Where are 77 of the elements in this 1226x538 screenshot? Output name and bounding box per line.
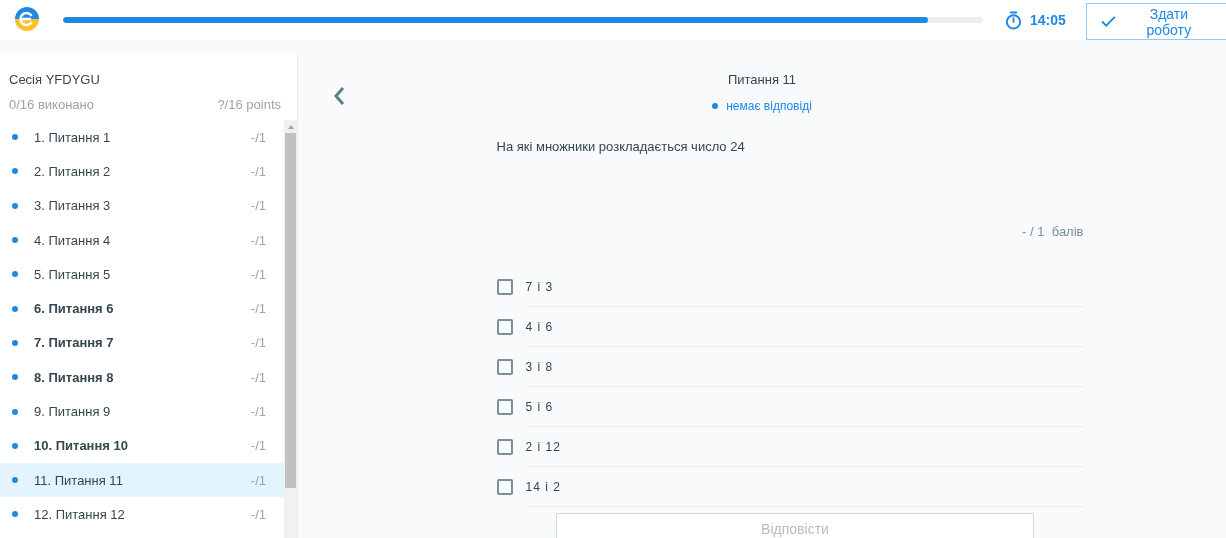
question-item[interactable]: 3. Питання 3 -/1: [0, 188, 284, 223]
question-label: 6. Питання 6: [34, 301, 115, 317]
scrollbar[interactable]: [284, 120, 297, 538]
question-label: 2. Питання 2: [34, 163, 112, 179]
question-score: -/1: [250, 232, 266, 248]
question-item[interactable]: 1. Питання 1 -/1: [0, 120, 284, 155]
checkbox[interactable]: [496, 479, 513, 495]
question-label: 12. Питання 12: [34, 506, 126, 522]
question-item[interactable]: 7. Питання 7 -/1: [0, 325, 284, 361]
question-item[interactable]: 6. Питання 6 -/1: [0, 291, 284, 326]
question-item[interactable]: 4. Питання 4 -/1: [0, 222, 284, 258]
question-label: 5. Питання 5: [34, 266, 112, 282]
question-item[interactable]: 5. Питання 5 -/1: [0, 257, 284, 292]
question-item[interactable]: 8. Питання 8 -/1: [0, 360, 284, 395]
timer: 14:05: [1030, 12, 1066, 28]
option-label: 5 і 6: [525, 387, 1084, 427]
status-dot: [12, 442, 18, 449]
option-label: 2 і 12: [525, 427, 1084, 467]
option-label: 14 і 2: [525, 467, 1084, 507]
question-score: -/1: [250, 472, 266, 488]
check-icon: [1100, 16, 1116, 27]
checkbox[interactable]: [496, 279, 513, 295]
status-dot: [12, 374, 18, 381]
option-label: 3 і 8: [525, 347, 1084, 387]
question-item[interactable]: 12. Питання 12 -/1: [0, 497, 284, 532]
question-score: -/1: [250, 266, 266, 282]
question-label: 4. Питання 4: [34, 232, 112, 248]
question-score: -/1: [250, 369, 266, 385]
session-title: Сесія YFDYGU: [8, 71, 101, 87]
question-score: -/1: [250, 335, 266, 351]
completed-count: 0/16 виконано: [9, 97, 94, 112]
question-label: 9. Питання 9: [34, 404, 112, 419]
status-dot: [12, 271, 18, 278]
scroll-thumb[interactable]: [285, 133, 296, 488]
question-text: На які множники розкладається число 24: [496, 139, 746, 154]
back-icon[interactable]: [333, 86, 345, 106]
question-score: -/1: [250, 404, 266, 419]
logo-icon: [14, 6, 40, 32]
question-score: -/1: [250, 438, 266, 454]
question-item[interactable]: 11. Питання 11 -/1: [0, 462, 284, 498]
question-label: 7. Питання 7: [34, 335, 115, 351]
question-item[interactable]: 10. Питання 10 -/1: [0, 428, 284, 463]
question-score: -/1: [250, 506, 266, 522]
status-dot: [12, 305, 18, 312]
scroll-up-icon[interactable]: [287, 125, 294, 129]
status-dot: [12, 408, 18, 415]
question-title: Питання 11: [727, 72, 797, 87]
checkbox[interactable]: [496, 399, 513, 415]
question-points: - / 1 балів: [1022, 224, 1084, 239]
question-score: -/1: [250, 198, 266, 214]
question-label: 11. Питання 11: [34, 472, 124, 488]
stopwatch-icon: [1005, 10, 1022, 30]
status-dot: [12, 237, 18, 244]
option-label: 7 і 3: [525, 267, 1084, 307]
option-label: 4 і 6: [525, 307, 1084, 347]
status-dot: [12, 339, 18, 346]
question-score: -/1: [250, 163, 266, 179]
status-dot: [712, 103, 719, 109]
question-label: 10. Питання 10: [34, 438, 129, 454]
checkbox[interactable]: [496, 319, 513, 335]
points-total: ?/16 points: [217, 97, 281, 112]
question-score: -/1: [250, 301, 266, 317]
question-label: 3. Питання 3: [34, 198, 112, 214]
submit-button[interactable]: Здати роботу: [1085, 3, 1226, 40]
question-label: 8. Питання 8: [34, 369, 115, 385]
status-dot: [12, 168, 18, 175]
question-score: -/1: [250, 129, 266, 145]
status-dot: [12, 134, 18, 141]
status-dot: [12, 477, 18, 484]
question-item[interactable]: 9. Питання 9 -/1: [0, 394, 284, 429]
question-item[interactable]: 2. Питання 2 -/1: [0, 154, 284, 189]
checkbox[interactable]: [496, 359, 513, 375]
status-dot: [12, 511, 18, 518]
status-dot: [12, 202, 18, 209]
checkbox[interactable]: [496, 439, 513, 455]
answer-status: немає відповіді: [726, 99, 812, 113]
question-label: 1. Питання 1: [34, 129, 112, 145]
